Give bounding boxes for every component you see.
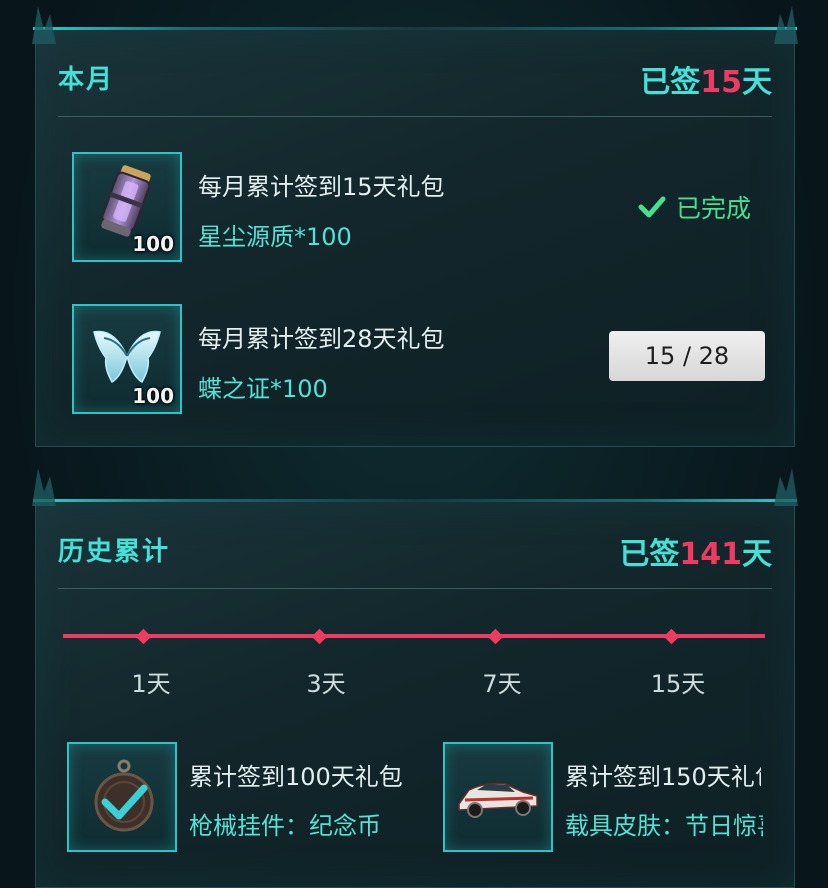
reward-name: 每月累计签到15天礼包 (198, 173, 445, 201)
reward-name: 累计签到150天礼包 (565, 763, 761, 791)
milestone-label: 3天 (306, 670, 346, 698)
divider (58, 116, 772, 117)
reward-item-icon-frame[interactable] (67, 742, 177, 852)
medal-coin-icon (94, 759, 154, 832)
corner-ornament (30, 462, 70, 506)
reward-name: 每月累计签到28天礼包 (198, 325, 445, 353)
corner-ornament (30, 0, 70, 44)
milestone-label: 1天 (131, 670, 171, 698)
milestone-timeline (63, 634, 765, 638)
history-title: 历史累计 (58, 537, 171, 567)
reward-item-icon-frame[interactable]: 100 (72, 152, 182, 262)
corner-ornament (760, 462, 800, 506)
reward-description: 蝶之证*100 (198, 375, 328, 403)
reward-quantity: 100 (132, 232, 174, 256)
corner-ornament (760, 0, 800, 44)
checkmark-icon (638, 196, 666, 218)
reward-name-container: 累计签到150天礼包 (565, 757, 761, 791)
completed-status: 已完成 (638, 189, 751, 225)
reward-quantity: 100 (132, 384, 174, 408)
reward-description-container: 载具皮肤：节日惊喜 (565, 806, 763, 840)
reward-description: 枪械挂件：纪念币 (189, 812, 381, 840)
progress-badge: 15 / 28 (609, 331, 765, 381)
monthly-panel: 本月 已签15天 100 每月累计签到15天礼包 星尘源质*100 已完成 10… (33, 27, 797, 447)
reward-name: 累计签到100天礼包 (189, 763, 403, 791)
reward-item-icon-frame[interactable] (443, 742, 553, 852)
monthly-signed-count: 已签15天 (640, 65, 772, 100)
history-signed-count: 已签141天 (619, 537, 772, 572)
milestone-label: 15天 (650, 670, 706, 698)
car-skin-icon (458, 782, 538, 818)
milestone-label: 7天 (482, 670, 522, 698)
monthly-title: 本月 (58, 65, 115, 95)
reward-item-icon-frame[interactable]: 100 (72, 304, 182, 414)
monthly-signed-number: 15 (700, 65, 742, 100)
divider (58, 588, 772, 589)
completed-label: 已完成 (676, 194, 752, 223)
reward-description: 星尘源质*100 (198, 223, 352, 251)
history-signed-number: 141 (679, 537, 742, 572)
reward-description: 载具皮肤：节日惊喜 (565, 812, 763, 840)
